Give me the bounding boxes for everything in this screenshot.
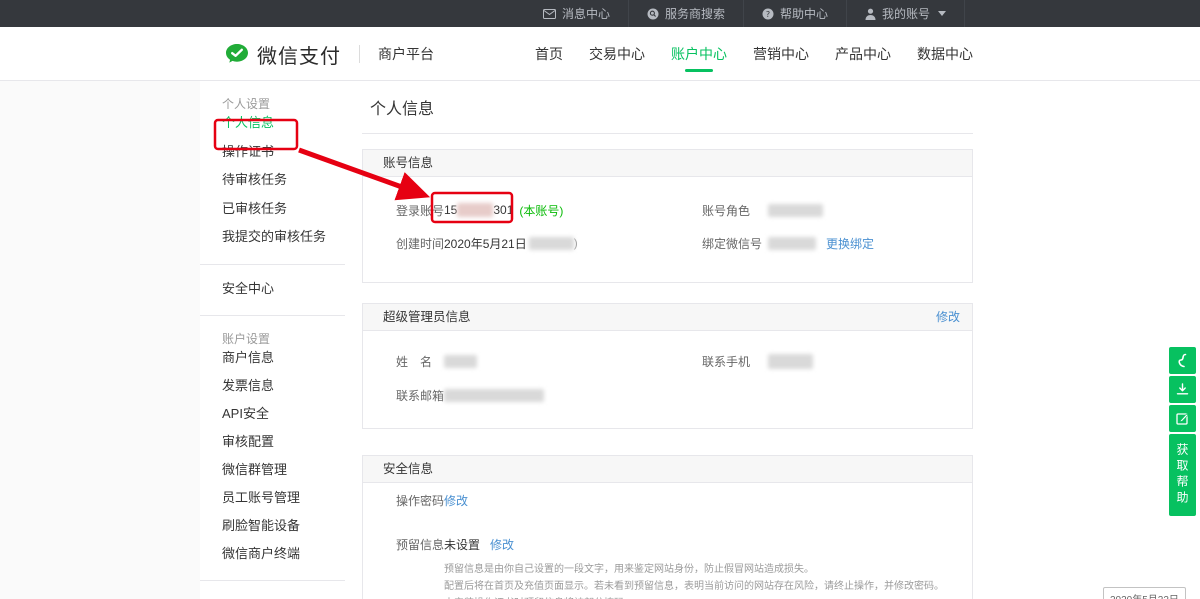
- topbar-item-label: 消息中心: [562, 5, 610, 22]
- svg-text:?: ?: [766, 9, 770, 18]
- sidebar-item-reviewed-tasks[interactable]: 已审核任务: [200, 195, 345, 224]
- reserve-info-description: 预留信息是由你自己设置的一段文字，用来鉴定网站身份，防止假冒网站造成损失。 配置…: [444, 561, 972, 599]
- feedback-button[interactable]: [1169, 405, 1196, 432]
- admin-name-label: 姓 名: [396, 353, 444, 370]
- edit-admin-link[interactable]: 修改: [936, 304, 960, 330]
- sidebar-item-my-submitted-tasks[interactable]: 我提交的审核任务: [200, 223, 345, 252]
- reserve-desc-line-3: 未安装操作证书时预留信息将被部分掩码。: [444, 595, 972, 599]
- primary-nav: 首页 交易中心 账户中心 营销中心 产品中心 数据中心: [535, 27, 973, 81]
- sidebar-item-operation-cert[interactable]: 操作证书: [200, 138, 345, 167]
- login-account-value: 15301: [444, 203, 513, 217]
- merchant-platform-page: 消息中心 服务商搜索 ? 帮助中心 我的账号 微信支付 商户平台 首页 交易中心…: [0, 0, 1200, 599]
- nav-marketing-center[interactable]: 营销中心: [753, 27, 809, 81]
- download-button[interactable]: [1169, 376, 1196, 403]
- sidebar-item-merchant-info[interactable]: 商户信息: [200, 344, 345, 372]
- sidebar-divider: [200, 580, 345, 581]
- account-info-section-title: 账号信息: [383, 150, 433, 176]
- topbar-my-account[interactable]: 我的账号: [846, 0, 965, 27]
- sidebar-item-invoice-info[interactable]: 发票信息: [200, 372, 345, 400]
- mail-icon: [543, 9, 556, 19]
- edit-password-link[interactable]: 修改: [444, 492, 468, 509]
- change-binding-link[interactable]: 更换绑定: [826, 235, 874, 252]
- security-info-section-title: 安全信息: [383, 456, 433, 482]
- sidebar-item-staff-account-mgmt[interactable]: 员工账号管理: [200, 484, 345, 512]
- login-account-label: 登录账号: [396, 202, 444, 219]
- current-account-note: (本账号): [519, 202, 563, 219]
- redacted-contact-phone: [768, 354, 813, 369]
- topbar-message-center[interactable]: 消息中心: [525, 0, 628, 27]
- download-icon: [1176, 383, 1189, 396]
- sidebar-item-security-center[interactable]: 安全中心: [200, 275, 345, 304]
- utility-topbar: 消息中心 服务商搜索 ? 帮助中心 我的账号: [0, 0, 1200, 27]
- redacted-account-role: [768, 204, 823, 217]
- sidebar: 个人设置 个人信息 操作证书 待审核任务 已审核任务 我提交的审核任务 安全中心…: [200, 81, 345, 581]
- nav-transaction-center[interactable]: 交易中心: [589, 27, 645, 81]
- site-header: 微信支付 商户平台 首页 交易中心 账户中心 营销中心 产品中心 数据中心: [0, 27, 1200, 81]
- get-help-button[interactable]: 获取帮助: [1169, 434, 1196, 516]
- main-content: 个人信息 账号信息 登录账号 15301 (本账号) 账号角色: [362, 81, 973, 599]
- topbar-item-label: 帮助中心: [780, 5, 828, 22]
- reserve-info-value: 未设置: [444, 536, 480, 553]
- left-gutter: [0, 81, 200, 599]
- topbar-item-label: 我的账号: [882, 5, 930, 22]
- edit-icon: [1176, 412, 1189, 425]
- operation-password-label: 操作密码: [396, 492, 444, 509]
- topbar-service-search[interactable]: 服务商搜索: [628, 0, 743, 27]
- chevron-down-icon: [938, 11, 946, 16]
- get-help-label: 获取帮助: [1174, 443, 1191, 507]
- portal-name: 商户平台: [378, 44, 434, 64]
- sidebar-item-face-devices[interactable]: 刷脸智能设备: [200, 512, 345, 540]
- wechat-pay-logo-icon: [225, 43, 249, 65]
- reserve-desc-line-1: 预留信息是由你自己设置的一段文字，用来鉴定网站身份，防止假冒网站造成损失。: [444, 561, 972, 578]
- super-admin-section-title: 超级管理员信息: [383, 304, 471, 330]
- user-icon: [865, 8, 876, 20]
- brand-name: 微信支付: [257, 40, 341, 69]
- brand-separator: [359, 45, 360, 63]
- redacted-wechat-id: [768, 237, 816, 250]
- sidebar-item-review-config[interactable]: 审核配置: [200, 428, 345, 456]
- nav-product-center[interactable]: 产品中心: [835, 27, 891, 81]
- sidebar-item-api-security[interactable]: API安全: [200, 400, 345, 428]
- sidebar-item-merchant-terminal[interactable]: 微信商户终端: [200, 540, 345, 568]
- sidebar-item-wechat-group-mgmt[interactable]: 微信群管理: [200, 456, 345, 484]
- reserve-info-label: 预留信息: [396, 536, 444, 553]
- redacted-created-time: [529, 237, 574, 250]
- sidebar-item-pending-tasks[interactable]: 待审核任务: [200, 166, 345, 195]
- contact-email-label: 联系邮箱: [396, 387, 444, 404]
- page-title: 个人信息: [362, 81, 973, 134]
- nav-home[interactable]: 首页: [535, 27, 563, 81]
- contact-phone-label: 联系手机: [702, 353, 768, 370]
- created-time-label: 创建时间: [396, 235, 444, 252]
- sidebar-group-title-account: 账户设置: [200, 316, 345, 344]
- help-icon: ?: [762, 8, 774, 20]
- super-admin-section: 超级管理员信息 修改 姓 名 联系手机 联系邮箱: [362, 303, 973, 429]
- hotline-button[interactable]: [1169, 347, 1196, 374]
- date-tooltip: 2020年5月22日: [1103, 587, 1186, 599]
- sidebar-group-title-personal: 个人设置: [200, 81, 345, 109]
- security-info-section: 安全信息 操作密码 修改 预留信息 未设置 修改 预留信息是由你自己设置的一段文…: [362, 455, 973, 599]
- edit-reserve-info-link[interactable]: 修改: [490, 536, 514, 553]
- search-icon: [647, 8, 659, 20]
- nav-account-center[interactable]: 账户中心: [671, 27, 727, 81]
- account-role-label: 账号角色: [702, 202, 768, 219]
- topbar-item-label: 服务商搜索: [665, 5, 725, 22]
- created-time-value: 2020年5月21日): [444, 235, 578, 252]
- bound-wechat-label: 绑定微信号: [702, 235, 768, 252]
- account-info-section: 账号信息 登录账号 15301 (本账号) 账号角色 创建时间: [362, 149, 973, 283]
- topbar-help-center[interactable]: ? 帮助中心: [743, 0, 846, 27]
- nav-data-center[interactable]: 数据中心: [917, 27, 973, 81]
- floating-help-bar: 获取帮助: [1169, 347, 1196, 516]
- redacted-contact-email: [444, 389, 544, 402]
- reserve-desc-line-2: 配置后将在首页及充值页面显示。若未看到预留信息，表明当前访问的网站存在风险，请终…: [444, 578, 972, 595]
- brand[interactable]: 微信支付 商户平台: [225, 27, 434, 81]
- redacted-login-middle: [457, 203, 493, 217]
- redacted-admin-name: [444, 355, 477, 368]
- hotline-icon: [1176, 353, 1189, 368]
- sidebar-item-personal-info[interactable]: 个人信息: [200, 109, 345, 138]
